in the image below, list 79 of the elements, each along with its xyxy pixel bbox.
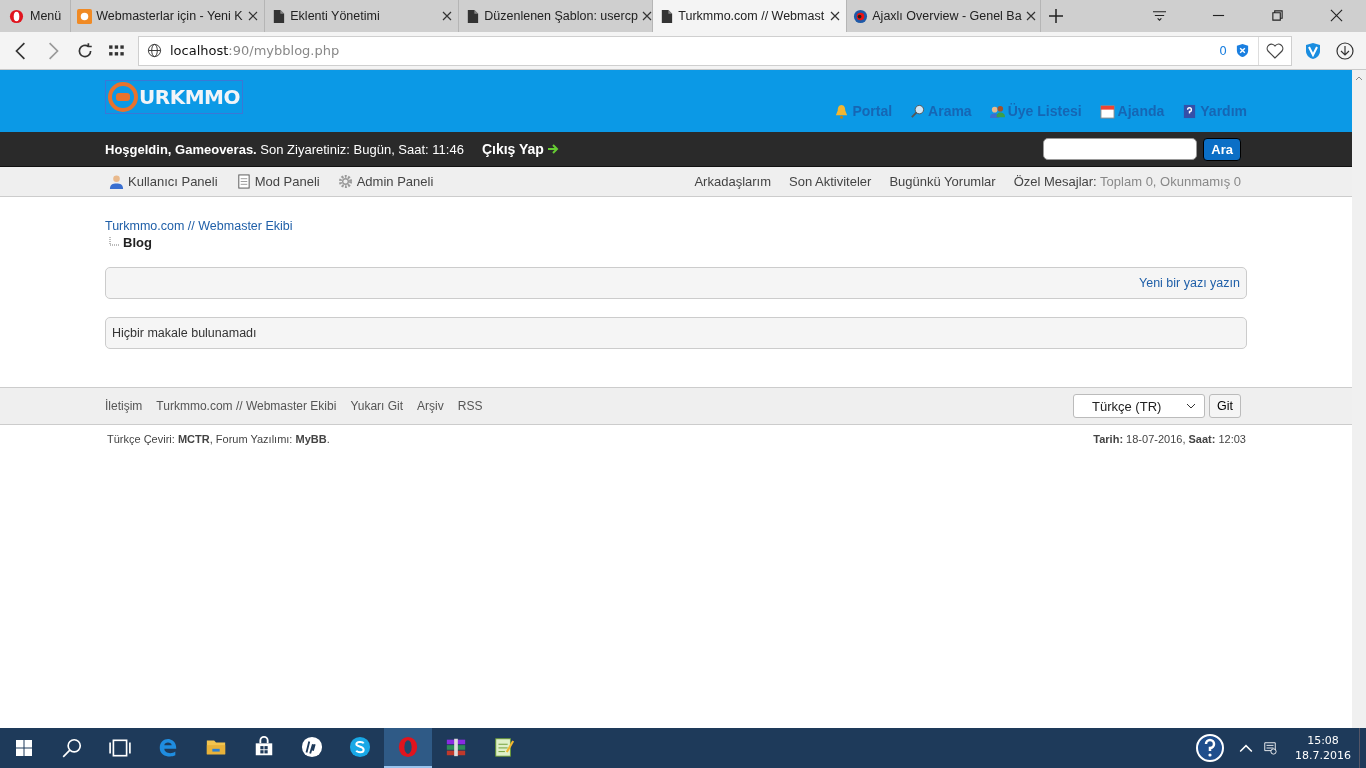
logo-text: URKMMO xyxy=(139,85,240,109)
opera-logo-icon xyxy=(9,8,24,24)
footer-link[interactable]: RSS xyxy=(457,399,483,413)
tab-title: Webmasterlar için - Yeni K xyxy=(96,9,244,23)
taskbar-app[interactable] xyxy=(384,728,432,768)
document-icon xyxy=(659,8,675,24)
panel-link[interactable]: Arkadaşlarım xyxy=(694,174,771,189)
panel-link[interactable]: Kullanıcı Paneli xyxy=(109,174,218,189)
skype-icon xyxy=(349,736,371,758)
credits-text: Türkçe Çeviri: MCTR, Forum Yazılımı: MyBB. xyxy=(107,433,330,445)
help-book-icon xyxy=(1182,103,1198,119)
help-icon[interactable] xyxy=(1195,733,1225,763)
books-stack-icon xyxy=(445,736,467,758)
arrow-icon xyxy=(547,144,560,154)
browser-tab[interactable]: Turkmmo.com // Webmast xyxy=(653,0,848,32)
footer-link[interactable]: Yukarı Git xyxy=(350,399,404,413)
panel-link[interactable]: Admin Paneli xyxy=(337,174,434,189)
new-tab-icon[interactable] xyxy=(1049,9,1064,23)
tab-title: Ajaxlı Overview - Genel Ba xyxy=(872,9,1022,23)
empty-message: Hiçbir makale bulunamadı xyxy=(112,326,257,340)
close-icon[interactable] xyxy=(248,11,259,21)
scroll-up-icon[interactable] xyxy=(1355,76,1363,81)
logout-link[interactable]: Çıkış Yap xyxy=(481,141,560,157)
footer-link[interactable]: İletişim xyxy=(105,399,143,413)
close-icon[interactable] xyxy=(1330,9,1343,22)
search-field[interactable] xyxy=(1043,138,1198,160)
private-messages-text: Özel Mesajlar: Toplam 0, Okunmamış 0 xyxy=(1013,174,1241,189)
calendar-icon xyxy=(1099,103,1115,119)
panel-link[interactable]: Bugünkü Yorumlar xyxy=(889,174,996,189)
store-bag-icon xyxy=(253,736,275,758)
notepad-icon xyxy=(493,736,515,758)
shield-icon[interactable] xyxy=(1235,43,1250,58)
search-button[interactable]: Ara xyxy=(1203,137,1241,161)
url-text: localhost:90/mybblog.php xyxy=(170,43,341,58)
tab-title: Turkmmo.com // Webmast xyxy=(678,9,826,23)
search-icon xyxy=(910,103,926,119)
date-time-text: Tarih: 18-07-2016, Saat: 12:03 xyxy=(1093,433,1246,445)
caret-icon xyxy=(1186,403,1196,409)
tab-menu-icon[interactable] xyxy=(1153,9,1166,22)
notebook-icon xyxy=(235,174,251,189)
eye-icon xyxy=(853,8,869,24)
close-icon[interactable] xyxy=(1025,11,1036,21)
gear-icon xyxy=(337,174,353,189)
task-view-icon[interactable] xyxy=(109,737,131,759)
tab-title: Düzenlenen Şablon: usercp xyxy=(484,9,638,23)
go-button[interactable]: Git xyxy=(1209,394,1241,418)
clock-date: 18.7.2016 xyxy=(1295,748,1351,763)
blocked-count: 0 xyxy=(1219,43,1227,58)
download-icon[interactable] xyxy=(1334,41,1356,60)
restore-icon[interactable] xyxy=(1271,9,1284,22)
tree-line-icon xyxy=(109,236,121,249)
panel-link[interactable]: Son Aktiviteler xyxy=(789,174,872,189)
document-icon xyxy=(271,8,287,24)
address-bar[interactable]: localhost:90/mybblog.php 0 xyxy=(138,35,1292,66)
language-select[interactable]: Türkçe (TR) xyxy=(1073,394,1205,418)
close-icon[interactable] xyxy=(641,11,652,21)
close-icon[interactable] xyxy=(442,11,453,21)
notification-icon[interactable] xyxy=(1263,741,1277,755)
people-icon xyxy=(989,103,1005,119)
panel-link[interactable]: Mod Paneli xyxy=(235,174,320,189)
breadcrumb-current: Blog xyxy=(123,235,152,250)
scrollbar[interactable] xyxy=(1352,70,1366,728)
edge-icon xyxy=(157,736,179,758)
close-icon[interactable] xyxy=(830,11,841,21)
round-logo-icon xyxy=(301,736,323,758)
welcome-text: Hoşgeldin, Gameoveras. Son Ziyaretiniz: Bugün, Saat: 11:46 xyxy=(105,141,464,157)
bell-icon xyxy=(834,103,850,119)
document-icon xyxy=(465,8,481,24)
search-icon[interactable] xyxy=(61,737,83,759)
user-icon xyxy=(109,174,124,189)
footer-link[interactable]: Arşiv xyxy=(417,399,444,413)
globe-icon xyxy=(147,43,162,58)
breadcrumb-link[interactable]: Turkmmo.com // Webmaster Ekibi xyxy=(105,219,293,233)
opera-logo-icon xyxy=(397,736,419,758)
new-post-link[interactable]: Yeni bir yazı yazın xyxy=(1139,276,1240,290)
tab-title: Eklenti Yönetimi xyxy=(290,9,381,23)
footer-link[interactable]: Turkmmo.com // Webmaster Ekibi xyxy=(156,399,337,413)
site-favicon-icon xyxy=(77,8,93,24)
clock-time: 15:08 xyxy=(1307,733,1339,748)
